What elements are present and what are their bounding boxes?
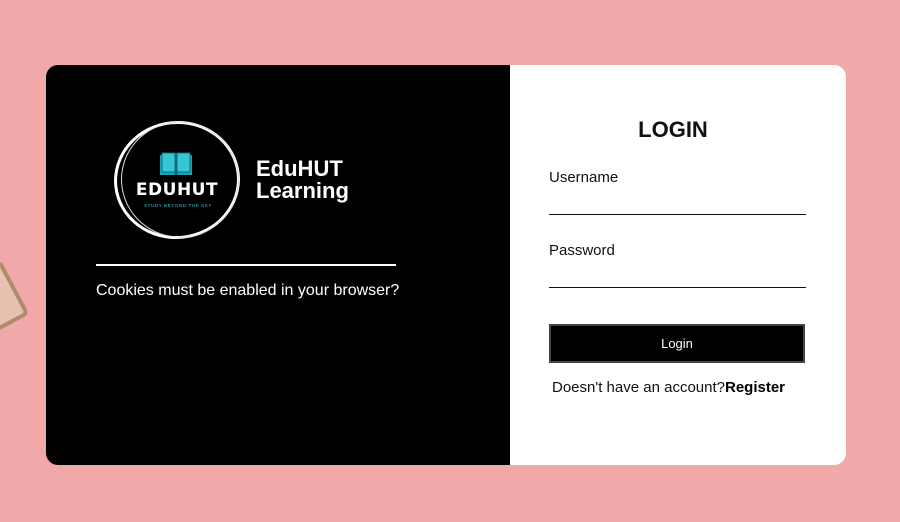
brand-name-line1: EduHUT	[256, 156, 343, 181]
background-decoration	[0, 259, 30, 339]
divider	[96, 264, 396, 266]
cookie-notice: Cookies must be enabled in your browser?	[96, 282, 400, 299]
logo-wordmark: EDUHUT	[135, 180, 219, 200]
username-label: Username	[549, 169, 619, 186]
login-panel: LOGIN Username Password Login Doesn't ha…	[510, 65, 846, 465]
username-field[interactable]	[549, 189, 806, 215]
book-icon	[160, 152, 192, 175]
brand-name-line2: Learning	[256, 178, 349, 203]
brand-name: EduHUT Learning	[256, 158, 349, 202]
logo-tagline: STUDY BEYOND THE SKY	[144, 203, 212, 208]
login-button[interactable]: Login	[549, 324, 805, 363]
brand-panel: EDUHUT STUDY BEYOND THE SKY EduHUT Learn…	[46, 65, 510, 465]
register-link[interactable]: Register	[725, 379, 785, 396]
register-row: Doesn't have an account?Register	[552, 379, 785, 396]
password-label: Password	[549, 242, 615, 259]
login-card: EDUHUT STUDY BEYOND THE SKY EduHUT Learn…	[46, 65, 846, 465]
page-title: LOGIN	[638, 117, 708, 142]
password-field[interactable]	[549, 262, 806, 288]
register-prompt: Doesn't have an account?	[552, 379, 725, 396]
